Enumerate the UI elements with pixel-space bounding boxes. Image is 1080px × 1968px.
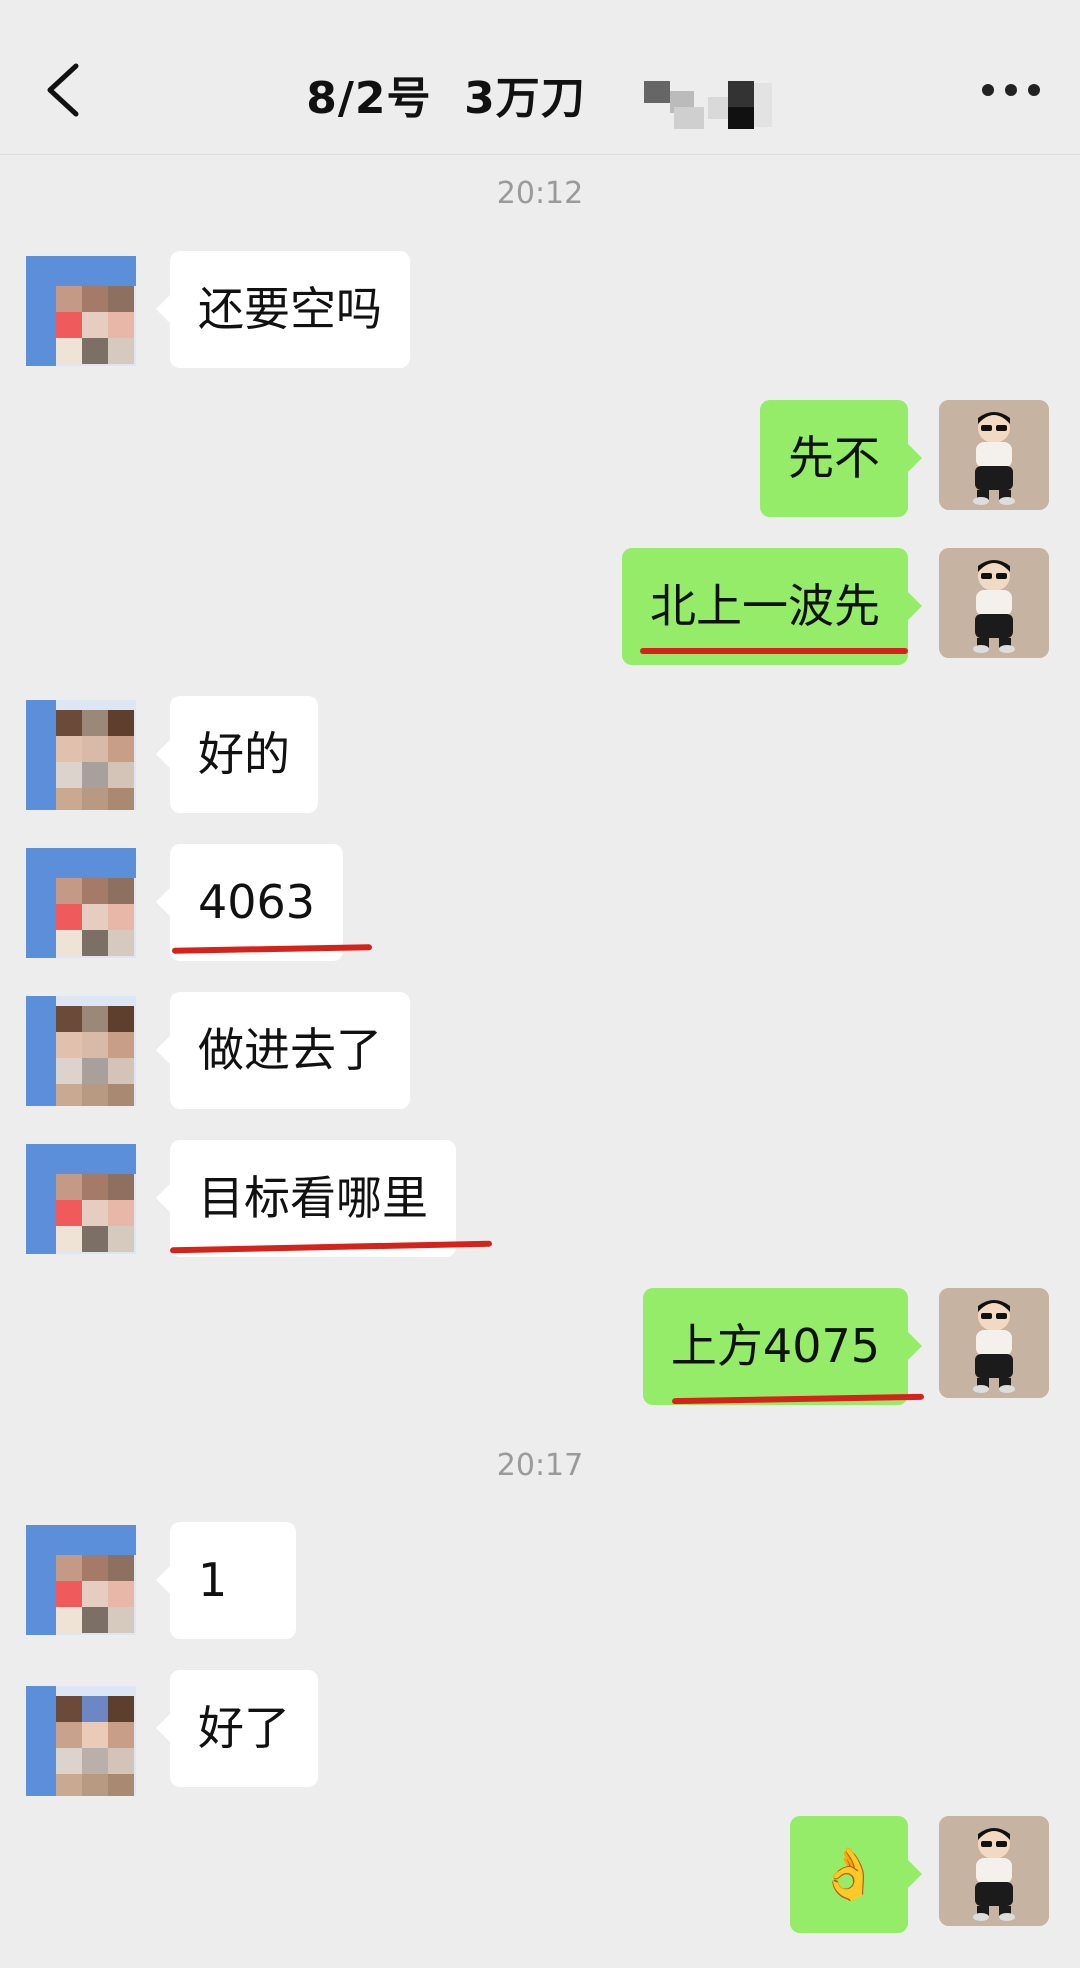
incoming-message[interactable]: 目标看哪里 [156,1140,456,1257]
redacted-name-block [634,73,774,129]
red-annotation-underline [640,648,908,654]
contact-avatar[interactable] [26,1525,136,1635]
incoming-message[interactable]: 好了 [156,1670,318,1787]
contact-avatar[interactable] [26,1144,136,1254]
contact-avatar[interactable] [26,996,136,1106]
incoming-message[interactable]: 4063 [155,844,344,961]
contact-avatar[interactable] [26,256,136,366]
incoming-message[interactable]: 1 [156,1522,296,1639]
user-avatar[interactable] [939,548,1049,658]
chat-header: 8/2号 3万刀 [0,0,1080,155]
incoming-message[interactable]: 做进去了 [156,992,410,1109]
contact-avatar[interactable] [26,700,136,810]
user-avatar[interactable] [939,1816,1049,1926]
incoming-message[interactable]: 还要空吗 [156,251,410,368]
more-horizontal-icon[interactable] [982,84,1040,98]
timestamp: 20:17 [496,1448,584,1483]
ok-hand-emoji-message[interactable]: 👌 [789,1816,923,1933]
user-avatar[interactable] [939,1288,1049,1398]
outgoing-message[interactable]: 先不 [760,400,922,517]
contact-avatar[interactable] [26,848,136,958]
chat-title-text: 8/2号 3万刀 [306,73,586,124]
timestamp: 20:12 [496,176,584,211]
contact-avatar[interactable] [26,1686,136,1796]
chat-title: 8/2号 3万刀 [0,62,1080,129]
user-avatar[interactable] [939,400,1049,510]
outgoing-message[interactable]: 上方4075 [642,1288,923,1405]
incoming-message[interactable]: 好的 [156,696,318,813]
